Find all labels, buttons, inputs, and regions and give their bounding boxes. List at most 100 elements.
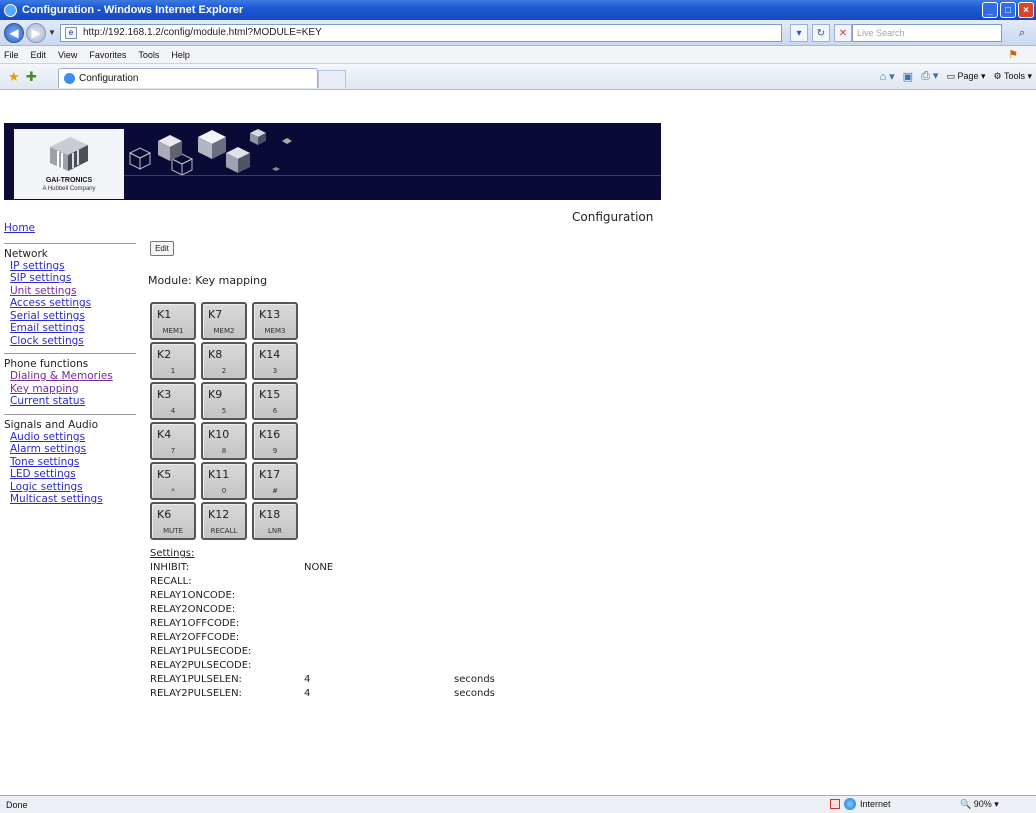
new-tab-button[interactable] bbox=[318, 70, 346, 88]
tab-page-icon bbox=[64, 73, 75, 84]
setting-label: RELAY2PULSECODE: bbox=[150, 660, 252, 671]
key-button-k13[interactable]: K13 MEM3 bbox=[252, 302, 298, 340]
key-button-k16[interactable]: K16 9 bbox=[252, 422, 298, 460]
settings-row: RELAY1OFFCODE: bbox=[150, 617, 550, 631]
sidebar-item-led-settings[interactable]: LED settings bbox=[4, 468, 136, 481]
key-name: K4 bbox=[157, 428, 172, 441]
address-dropdown-icon[interactable]: ▾ bbox=[790, 24, 808, 42]
menu-tools[interactable]: Tools bbox=[138, 50, 159, 60]
refresh-icon[interactable]: ↻ bbox=[812, 24, 830, 42]
tab-configuration[interactable]: Configuration bbox=[58, 68, 318, 88]
key-function: 0 bbox=[221, 487, 227, 495]
address-toolbar: ◀ ▶ ▼ e http://192.168.1.2/config/module… bbox=[0, 20, 1036, 46]
search-icon[interactable]: ⌕ bbox=[1012, 24, 1032, 42]
minimize-button[interactable]: _ bbox=[982, 2, 998, 18]
key-function: MEM1 bbox=[162, 327, 184, 335]
address-url: http://192.168.1.2/config/module.html?MO… bbox=[83, 27, 322, 38]
key-button-k18[interactable]: K18 LNR bbox=[252, 502, 298, 540]
settings-row: RELAY2PULSELEN: 4 seconds bbox=[150, 687, 550, 701]
settings-row: INHIBIT: NONE bbox=[150, 561, 550, 575]
sidebar-item-logic-settings[interactable]: Logic settings bbox=[4, 481, 136, 494]
back-arrow-icon[interactable]: ◀ bbox=[4, 23, 24, 43]
setting-label: INHIBIT: bbox=[150, 562, 190, 573]
gai-tronics-logo-icon bbox=[50, 137, 88, 171]
menu-edit[interactable]: Edit bbox=[31, 50, 47, 60]
sidebar-item-ip-settings[interactable]: IP settings bbox=[4, 260, 136, 273]
key-function: 5 bbox=[221, 407, 227, 415]
key-button-k2[interactable]: K2 1 bbox=[150, 342, 196, 380]
tools-menu[interactable]: ⚙ Tools ▾ bbox=[994, 71, 1032, 82]
tools-menu-label: Tools bbox=[1003, 70, 1025, 81]
sidebar-item-alarm-settings[interactable]: Alarm settings bbox=[4, 443, 136, 456]
company-name: GAI-TRONICS bbox=[45, 177, 93, 184]
page-icon: e bbox=[65, 27, 77, 39]
stop-icon[interactable]: ✕ bbox=[834, 24, 852, 42]
key-button-k5[interactable]: K5 * bbox=[150, 462, 196, 500]
security-zone[interactable]: Internet bbox=[830, 798, 891, 810]
key-button-k12[interactable]: K12 RECALL bbox=[201, 502, 247, 540]
settings-row: RELAY1ONCODE: bbox=[150, 589, 550, 603]
sidebar-item-sip-settings[interactable]: SIP settings bbox=[4, 272, 136, 285]
key-function: 1 bbox=[170, 367, 176, 375]
sidebar-item-current-status[interactable]: Current status bbox=[4, 395, 136, 408]
forward-arrow-icon[interactable]: ▶ bbox=[26, 23, 46, 43]
key-button-k10[interactable]: K10 8 bbox=[201, 422, 247, 460]
sidebar-item-access-settings[interactable]: Access settings bbox=[4, 297, 136, 310]
settings-row: RELAY1PULSECODE: bbox=[150, 645, 550, 659]
menu-favorites[interactable]: Favorites bbox=[89, 50, 126, 60]
key-button-k7[interactable]: K7 MEM2 bbox=[201, 302, 247, 340]
key-name: K12 bbox=[208, 508, 230, 521]
add-favorites-icon[interactable]: ✚ bbox=[26, 69, 37, 85]
sidebar-item-serial-settings[interactable]: Serial settings bbox=[4, 310, 136, 323]
edit-button[interactable]: Edit bbox=[150, 241, 174, 256]
key-button-k17[interactable]: K17 # bbox=[252, 462, 298, 500]
address-input[interactable]: e http://192.168.1.2/config/module.html?… bbox=[60, 24, 782, 42]
key-button-k9[interactable]: K9 5 bbox=[201, 382, 247, 420]
key-name: K1 bbox=[157, 308, 172, 321]
key-function: 2 bbox=[221, 367, 227, 375]
zoom-control[interactable]: 🔍 90% ▾ bbox=[960, 799, 999, 810]
status-text: Done bbox=[6, 799, 28, 810]
page-title: Configuration bbox=[572, 210, 654, 224]
key-button-k15[interactable]: K15 6 bbox=[252, 382, 298, 420]
key-button-k14[interactable]: K14 3 bbox=[252, 342, 298, 380]
home-icon[interactable]: ⌂ ▾ bbox=[879, 70, 894, 83]
sidebar-item-dialing-memories[interactable]: Dialing & Memories bbox=[4, 370, 136, 383]
key-name: K13 bbox=[259, 308, 281, 321]
search-input[interactable]: Live Search bbox=[852, 24, 1002, 42]
key-name: K9 bbox=[208, 388, 223, 401]
sidebar-item-unit-settings[interactable]: Unit settings bbox=[4, 285, 136, 298]
setting-unit: seconds bbox=[454, 674, 495, 685]
cubes-artwork-icon bbox=[128, 129, 292, 176]
maximize-button[interactable]: □ bbox=[1000, 2, 1016, 18]
feeds-icon[interactable]: ▣ bbox=[903, 70, 913, 83]
key-button-k6[interactable]: K6 MUTE bbox=[150, 502, 196, 540]
key-button-k8[interactable]: K8 2 bbox=[201, 342, 247, 380]
sidebar-item-tone-settings[interactable]: Tone settings bbox=[4, 456, 136, 469]
sidebar-item-home[interactable]: Home bbox=[4, 222, 136, 235]
menu-bar: File Edit View Favorites Tools Help ⚑ bbox=[0, 46, 1036, 64]
key-button-k1[interactable]: K1 MEM1 bbox=[150, 302, 196, 340]
menu-view[interactable]: View bbox=[58, 50, 77, 60]
key-name: K7 bbox=[208, 308, 223, 321]
key-button-k11[interactable]: K11 0 bbox=[201, 462, 247, 500]
sidebar-item-multicast-settings[interactable]: Multicast settings bbox=[4, 493, 136, 506]
page-menu[interactable]: ▭ Page ▾ bbox=[946, 71, 985, 82]
nav-section-phone: Phone functions bbox=[4, 353, 136, 370]
close-button[interactable]: × bbox=[1018, 2, 1034, 18]
setting-label: RELAY2ONCODE: bbox=[150, 604, 236, 615]
key-name: K15 bbox=[259, 388, 281, 401]
settings-row: RELAY2ONCODE: bbox=[150, 603, 550, 617]
favorites-star-icon[interactable]: ★ bbox=[8, 69, 20, 85]
menu-help[interactable]: Help bbox=[171, 50, 190, 60]
key-button-k4[interactable]: K4 7 bbox=[150, 422, 196, 460]
key-name: K10 bbox=[208, 428, 230, 441]
sidebar-item-email-settings[interactable]: Email settings bbox=[4, 322, 136, 335]
menu-file[interactable]: File bbox=[4, 50, 19, 60]
sidebar-item-audio-settings[interactable]: Audio settings bbox=[4, 431, 136, 444]
key-button-k3[interactable]: K3 4 bbox=[150, 382, 196, 420]
sidebar-item-key-mapping[interactable]: Key mapping bbox=[4, 383, 136, 396]
history-dropdown-icon[interactable]: ▼ bbox=[48, 28, 56, 37]
print-icon[interactable]: ⎙ ▾ bbox=[921, 69, 938, 83]
sidebar-item-clock-settings[interactable]: Clock settings bbox=[4, 335, 136, 348]
